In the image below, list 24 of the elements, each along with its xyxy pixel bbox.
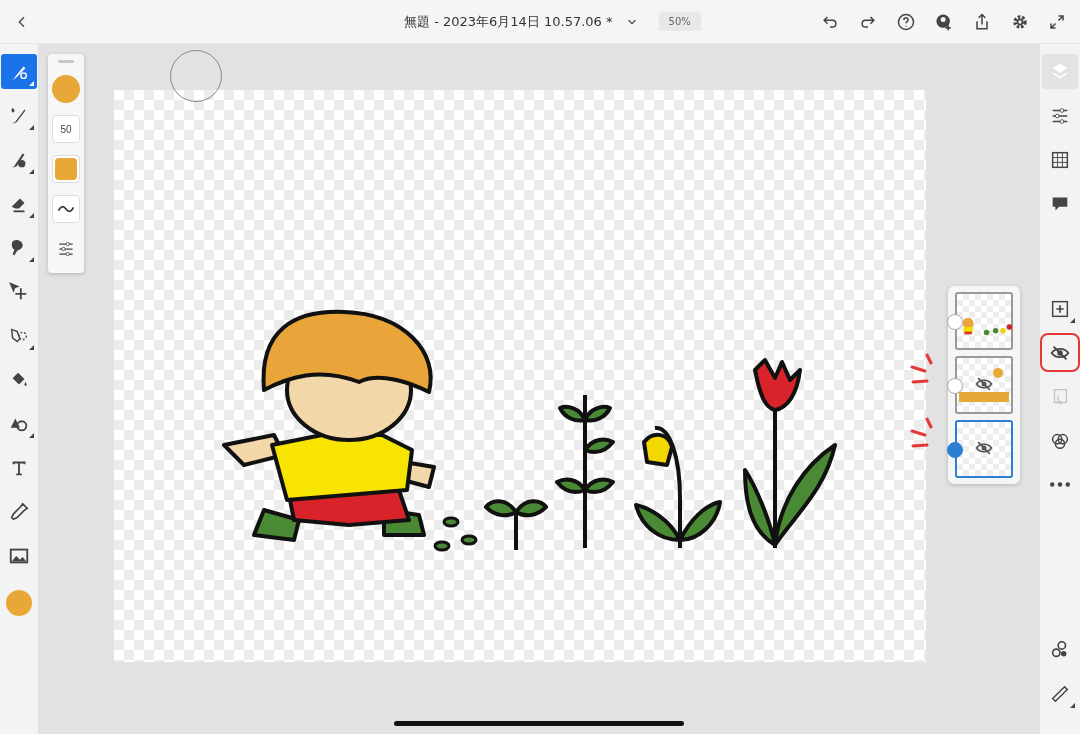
sun-thumbnail (993, 368, 1003, 378)
layer-thumbnail[interactable] (955, 356, 1013, 414)
brush-swatch[interactable] (52, 155, 80, 183)
color-swatch[interactable] (6, 590, 32, 616)
layer-thumbnail[interactable] (955, 292, 1013, 350)
attention-marks (909, 416, 935, 450)
brush-color[interactable] (52, 75, 80, 103)
ground-thumbnail (959, 392, 1009, 402)
help-icon (896, 11, 916, 32)
sliders-icon (56, 239, 76, 259)
zoom-level[interactable]: 50% (658, 12, 701, 31)
expand-icon (1048, 12, 1066, 31)
more-icon (1050, 482, 1070, 487)
brush-tool[interactable] (1, 54, 37, 89)
smoothing-button[interactable] (52, 195, 80, 223)
layer-thumbnail[interactable] (955, 420, 1013, 478)
brush-size[interactable]: 50 (52, 115, 80, 143)
canvas-artboard[interactable] (114, 90, 926, 662)
image-badge (947, 442, 963, 458)
eyedropper-icon (8, 500, 30, 523)
attention-marks (909, 352, 935, 386)
hidden-eye-tool[interactable] (1042, 335, 1078, 370)
drag-handle[interactable] (58, 60, 74, 63)
document-title: 無題 - 2023年6月14日 10.57.06 * (404, 12, 613, 31)
